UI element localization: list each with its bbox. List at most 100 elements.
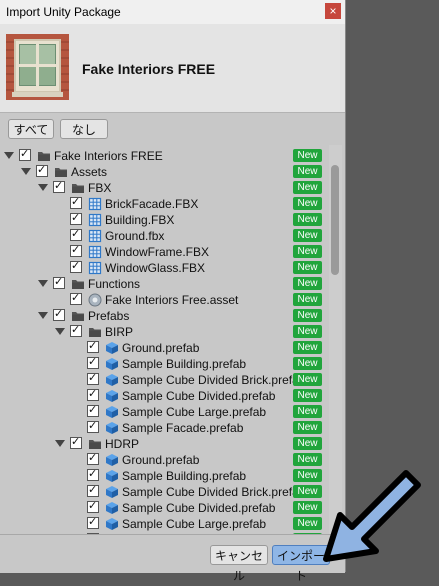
tree-item-label: Sample Cube Divided Brick.prefab — [122, 373, 306, 387]
new-badge: New — [293, 309, 322, 322]
include-checkbox[interactable] — [87, 387, 99, 401]
include-checkbox[interactable] — [87, 467, 99, 481]
title-bar: Import Unity Package × — [0, 0, 345, 24]
package-contents-tree: Fake Interiors FREENewAssetsNewFBXNewBri… — [0, 145, 328, 534]
package-name: Fake Interiors FREE — [82, 61, 216, 77]
include-checkbox[interactable] — [53, 179, 65, 193]
folder-icon — [71, 181, 85, 195]
tree-row[interactable]: WindowGlass.FBX New — [0, 259, 328, 276]
expand-arrow-icon[interactable] — [38, 280, 48, 287]
expand-arrow-icon[interactable] — [21, 168, 31, 175]
new-badge: New — [293, 165, 322, 178]
tree-row[interactable]: Prefabs New — [0, 307, 328, 324]
tree-item-label: Ground.fbx — [105, 229, 165, 243]
new-badge: New — [293, 229, 322, 242]
tree-row[interactable]: Sample Facade.prefab New — [0, 419, 328, 436]
include-checkbox[interactable] — [53, 307, 65, 321]
expand-arrow-icon[interactable] — [38, 184, 48, 191]
tree-row[interactable]: FBX New — [0, 179, 328, 196]
folder-icon — [88, 325, 102, 339]
new-badge: New — [293, 197, 322, 210]
include-checkbox[interactable] — [36, 163, 48, 177]
tree-row[interactable]: Sample Cube Divided Brick.prefabNew — [0, 371, 328, 388]
include-checkbox[interactable] — [70, 291, 82, 305]
tree-item-label: Building.FBX — [105, 213, 175, 227]
tree-row[interactable]: Ground.fbx New — [0, 227, 328, 244]
prefab-icon — [105, 389, 119, 403]
include-checkbox[interactable] — [87, 515, 99, 529]
tree-row[interactable]: HDRP New — [0, 435, 328, 452]
prefab-icon — [105, 421, 119, 435]
tree-row[interactable]: Fake Interiors FREE New — [0, 147, 328, 164]
tree-item-label: Ground.prefab — [122, 453, 200, 467]
include-checkbox[interactable] — [87, 483, 99, 497]
new-badge: New — [293, 149, 322, 162]
package-header: Fake Interiors FREE — [0, 24, 345, 113]
include-checkbox[interactable] — [70, 211, 82, 225]
arrow-pointer-icon — [323, 470, 421, 562]
tree-row[interactable]: Sample Cube Large.prefabNew — [0, 515, 328, 532]
tree-row[interactable]: Functions New — [0, 275, 328, 292]
tree-row[interactable]: Sample Cube Divided.prefabNew — [0, 387, 328, 404]
new-badge: New — [293, 421, 322, 434]
tree-item-label: Ground.prefab — [122, 341, 200, 355]
tree-item-label: Sample Cube Divided.prefab — [122, 389, 276, 403]
tree-item-label: Assets — [71, 165, 108, 179]
window-thumbnail-icon — [6, 34, 69, 100]
include-checkbox[interactable] — [87, 451, 99, 465]
new-badge: New — [293, 357, 322, 370]
tree-item-label: Functions — [88, 277, 141, 291]
tree-row[interactable]: Sample Cube Divided.prefabNew — [0, 499, 328, 516]
tree-row[interactable]: Sample Building.prefabNew — [0, 467, 328, 484]
include-checkbox[interactable] — [87, 339, 99, 353]
prefab-icon — [105, 501, 119, 515]
scrollbar-thumb[interactable] — [331, 165, 339, 275]
include-checkbox[interactable] — [87, 499, 99, 513]
close-button[interactable]: × — [325, 3, 341, 19]
tree-item-label: Sample Building.prefab — [122, 357, 247, 371]
include-checkbox[interactable] — [87, 419, 99, 433]
tree-row[interactable]: Fake Interiors Free.asset New — [0, 291, 328, 308]
tree-row[interactable]: Sample Building.prefab New — [0, 355, 328, 372]
include-checkbox[interactable] — [70, 243, 82, 257]
select-all-button[interactable]: すべて — [8, 119, 54, 139]
prefab-icon — [105, 405, 119, 419]
expand-arrow-icon[interactable] — [38, 312, 48, 319]
select-none-button[interactable]: なし — [60, 119, 108, 139]
mesh-icon — [88, 261, 102, 275]
include-checkbox[interactable] — [70, 195, 82, 209]
prefab-icon — [105, 453, 119, 467]
tree-row[interactable]: Ground.prefabNew — [0, 339, 328, 356]
include-checkbox[interactable] — [87, 355, 99, 369]
new-badge: New — [293, 325, 322, 338]
expand-arrow-icon[interactable] — [4, 152, 14, 159]
new-badge: New — [293, 213, 322, 226]
tree-row[interactable]: BIRP New — [0, 323, 328, 340]
tree-row[interactable]: WindowFrame.FBX New — [0, 243, 328, 260]
include-checkbox[interactable] — [87, 371, 99, 385]
expand-arrow-icon[interactable] — [55, 328, 65, 335]
mesh-icon — [88, 245, 102, 259]
include-checkbox[interactable] — [53, 275, 65, 289]
expand-arrow-icon[interactable] — [55, 440, 65, 447]
include-checkbox[interactable] — [70, 323, 82, 337]
include-checkbox[interactable] — [70, 259, 82, 273]
selection-buttons: すべて なし — [0, 113, 345, 143]
tree-row[interactable]: Sample Cube Divided Brick.prefabNew — [0, 483, 328, 500]
tree-row[interactable]: Building.FBX New — [0, 211, 328, 228]
tree-row[interactable]: BrickFacade.FBX New — [0, 195, 328, 212]
include-checkbox[interactable] — [70, 435, 82, 449]
cancel-button[interactable]: キャンセル — [210, 545, 268, 583]
include-checkbox[interactable] — [19, 147, 31, 161]
tree-row[interactable]: Assets New — [0, 163, 328, 180]
include-checkbox[interactable] — [87, 403, 99, 417]
window-title: Import Unity Package — [6, 5, 121, 19]
new-badge: New — [293, 181, 322, 194]
include-checkbox[interactable] — [70, 227, 82, 241]
tree-row[interactable]: Sample Cube Large.prefabNew — [0, 403, 328, 420]
new-badge: New — [293, 245, 322, 258]
tree-item-label: Fake Interiors FREE — [54, 149, 163, 163]
tree-row[interactable]: Ground.prefabNew — [0, 451, 328, 468]
tree-item-label: Sample Cube Large.prefab — [122, 405, 267, 419]
tree-item-label: HDRP — [105, 437, 140, 451]
